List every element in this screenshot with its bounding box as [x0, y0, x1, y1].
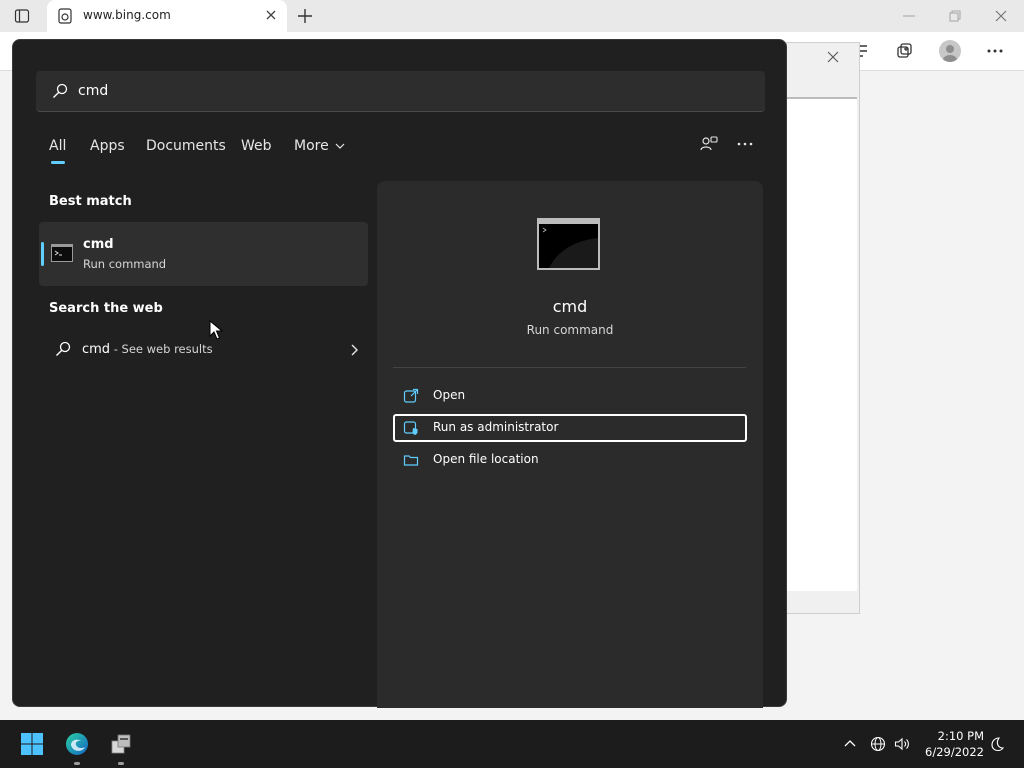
- tab-apps[interactable]: Apps: [90, 138, 125, 154]
- search-input[interactable]: [78, 71, 678, 111]
- selection-accent: [41, 242, 44, 266]
- minimize-icon[interactable]: [902, 9, 916, 23]
- app-icon[interactable]: [109, 732, 133, 756]
- more-icon[interactable]: [736, 135, 754, 153]
- cmd-preview-icon: [537, 218, 600, 270]
- chevron-up-icon[interactable]: [842, 736, 858, 752]
- details-title: cmd: [552, 297, 588, 316]
- chevron-right-icon: [351, 344, 358, 356]
- shield-icon: [403, 421, 418, 435]
- active-tab-indicator: [51, 161, 65, 164]
- mouse-cursor-icon: [209, 320, 223, 340]
- dialog-content: [787, 97, 857, 591]
- cmd-icon: [51, 244, 73, 262]
- divider: [393, 367, 746, 368]
- app-running-indicator: [118, 762, 124, 765]
- open-icon: [403, 388, 419, 403]
- tab-all[interactable]: All: [49, 138, 66, 154]
- clock-date: 6/29/2022: [925, 745, 984, 759]
- best-match-heading: Best match: [49, 194, 132, 209]
- best-match-result[interactable]: cmd Run command: [39, 222, 368, 286]
- search-icon: [53, 83, 68, 98]
- windows-logo-icon[interactable]: [20, 732, 44, 756]
- chevron-down-icon: [335, 143, 345, 149]
- close-icon[interactable]: [265, 9, 277, 21]
- tab-documents[interactable]: Documents: [146, 138, 226, 154]
- people-icon[interactable]: [700, 135, 718, 153]
- favicon-icon: [58, 8, 72, 24]
- profile-icon: [943, 45, 957, 62]
- search-box[interactable]: [36, 71, 765, 112]
- settings-more-icon[interactable]: [986, 42, 1004, 60]
- avatar[interactable]: [939, 40, 961, 62]
- best-match-subtitle: Run command: [83, 257, 167, 271]
- background-dialog: [786, 42, 860, 614]
- tab-web[interactable]: Web: [241, 138, 272, 154]
- open-action[interactable]: Open: [393, 382, 747, 410]
- clock-time: 2:10 PM: [937, 729, 984, 743]
- web-result-item[interactable]: cmd - See web results: [49, 336, 359, 364]
- clock[interactable]: 2:10 PM 6/29/2022: [912, 728, 984, 760]
- collections-icon[interactable]: [895, 42, 913, 60]
- tab-actions-icon[interactable]: [14, 8, 30, 24]
- tab-more[interactable]: More: [294, 138, 345, 154]
- dialog-close-icon[interactable]: [827, 51, 839, 63]
- plus-icon[interactable]: [296, 7, 314, 25]
- restore-icon[interactable]: [948, 9, 962, 23]
- web-result-query: cmd: [82, 342, 111, 357]
- close-window-icon[interactable]: [994, 9, 1008, 23]
- moon-icon[interactable]: [989, 736, 1005, 752]
- search-web-heading: Search the web: [49, 301, 163, 316]
- run-as-admin-action[interactable]: Run as administrator: [393, 414, 747, 442]
- browser-tab[interactable]: www.bing.com: [47, 0, 287, 32]
- taskbar: 2:10 PM 6/29/2022: [0, 720, 1024, 768]
- open-file-location-action[interactable]: Open file location: [393, 446, 747, 474]
- web-result-text: cmd - See web results: [82, 342, 213, 357]
- tab-title: www.bing.com: [83, 8, 171, 22]
- tab-more-label: More: [294, 138, 329, 154]
- details-subtitle: Run command: [526, 323, 614, 337]
- volume-icon[interactable]: [894, 736, 910, 752]
- folder-icon: [403, 455, 419, 466]
- edge-running-indicator: [74, 762, 80, 765]
- edge-icon[interactable]: [65, 732, 89, 756]
- best-match-title: cmd: [83, 237, 114, 252]
- web-result-suffix: - See web results: [110, 342, 213, 356]
- search-icon: [56, 341, 71, 356]
- open-action-label: Open: [433, 388, 466, 402]
- globe-icon[interactable]: [870, 736, 886, 752]
- open-file-location-label: Open file location: [433, 452, 539, 466]
- search-panel: All Apps Documents Web More Best match c…: [12, 39, 787, 708]
- browser-tab-bar: www.bing.com: [0, 0, 1024, 32]
- details-pane: cmd Run command Open Run as administrato…: [377, 181, 763, 708]
- run-as-admin-label: Run as administrator: [433, 420, 559, 434]
